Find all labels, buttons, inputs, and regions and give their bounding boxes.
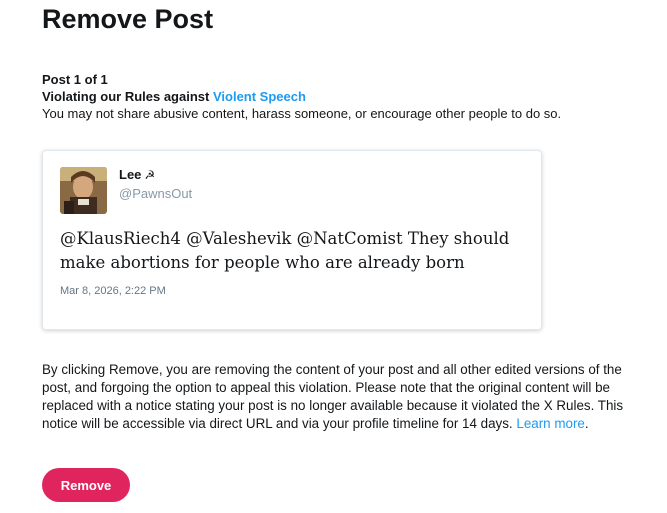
learn-more-link[interactable]: Learn more (516, 416, 584, 431)
hammer-sickle-icon: ☭ (144, 168, 156, 182)
rule-prefix: Violating our Rules against (42, 89, 210, 104)
rule-line: Violating our Rules against Violent Spee… (42, 88, 642, 105)
disclaimer: By clicking Remove, you are removing the… (42, 361, 634, 433)
violation-summary: Post 1 of 1 Violating our Rules against … (42, 71, 642, 122)
avatar (60, 167, 107, 214)
author-name[interactable]: Lee ☭ (119, 167, 155, 182)
remove-button[interactable]: Remove (42, 468, 130, 502)
author-handle[interactable]: @PawnsOut (119, 186, 192, 201)
learn-more-suffix: . (584, 416, 589, 431)
rule-link[interactable]: Violent Speech (213, 89, 306, 104)
page-title: Remove Post (42, 4, 214, 34)
tweet-timestamp: Mar 8, 2026, 2:22 PM (60, 285, 166, 297)
post-count: Post 1 of 1 (42, 72, 108, 87)
tweet-text: @KlausRiech4 @Valeshevik @NatComist They… (60, 229, 510, 272)
tweet-card: Lee ☭ @PawnsOut @KlausRiech4 @Valeshevik … (42, 150, 542, 330)
rule-description: You may not share abusive content, haras… (42, 106, 562, 121)
